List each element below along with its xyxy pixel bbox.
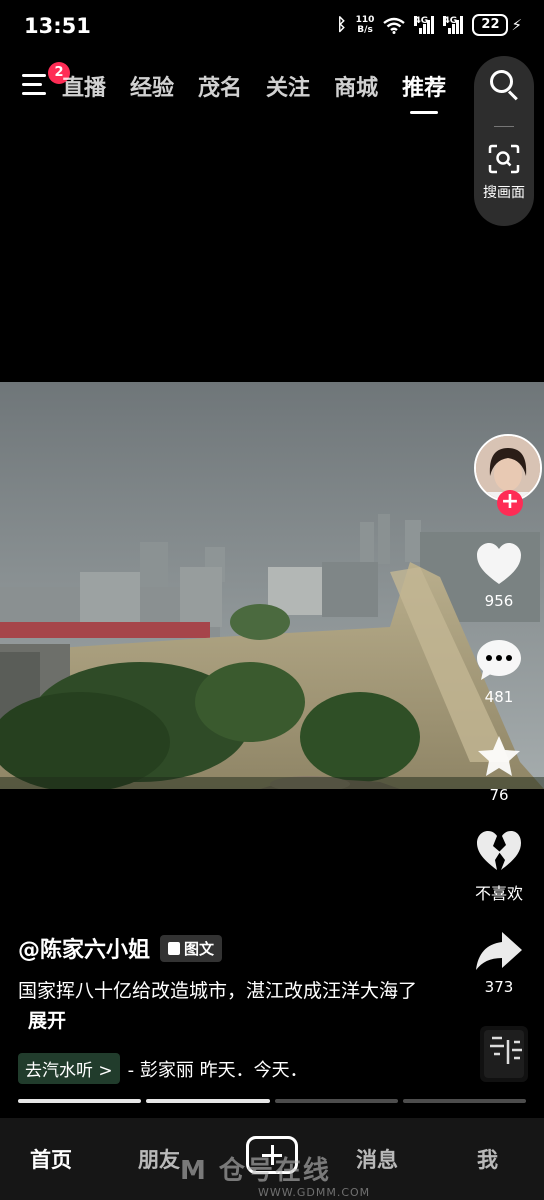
open-music-app-button[interactable]: 去汽水听 >: [18, 1053, 120, 1084]
expand-button[interactable]: 展开: [28, 1010, 66, 1032]
signal-2-label: 4G: [443, 16, 458, 26]
comment-icon: [477, 640, 521, 680]
like-button[interactable]: 956: [454, 542, 544, 610]
comment-count: 481: [484, 688, 514, 706]
menu-icon: [22, 74, 46, 77]
scan-label[interactable]: 搜画面: [474, 182, 534, 202]
battery-indicator: 22: [472, 14, 509, 36]
like-count: 956: [484, 592, 514, 610]
song-title[interactable]: - 彭家丽 昨天．今天．: [128, 1056, 308, 1082]
image-progress-bar: [18, 1099, 526, 1103]
nav-me[interactable]: 我: [477, 1144, 498, 1174]
author-row: @陈家六小姐 图文: [18, 932, 438, 964]
music-disc[interactable]: [478, 1024, 530, 1084]
tab-experience[interactable]: 经验: [130, 70, 174, 102]
feed-tabs: 直播 经验 茂名 关注 商城 推荐: [62, 70, 446, 114]
progress-segment: [18, 1099, 142, 1103]
top-nav: 2 直播 经验 茂名 关注 商城 推荐: [0, 56, 544, 116]
charging-icon: ⚡: [511, 16, 522, 34]
tab-live[interactable]: 直播: [62, 70, 106, 102]
bluetooth-icon: ᛒ: [336, 15, 347, 35]
heart-icon: [477, 543, 521, 584]
post-type-label: 图文: [184, 939, 215, 958]
divider: [494, 126, 514, 127]
post-description: 国家挥八十亿给改造城市，湛江改成汪洋大海了展开: [18, 976, 438, 1036]
nav-home[interactable]: 首页: [30, 1144, 72, 1174]
search-icon[interactable]: [490, 70, 520, 101]
image-text-icon: [168, 941, 181, 955]
status-time: 13:51: [24, 14, 91, 38]
tab-recommended[interactable]: 推荐: [402, 70, 446, 114]
dislike-button[interactable]: 不喜欢: [454, 830, 544, 904]
star-icon: [478, 736, 520, 776]
network-speed: 110 B/s: [356, 15, 375, 35]
music-row: 去汽水听 > - 彭家丽 昨天．今天．: [18, 1053, 308, 1084]
music-cover-icon: [480, 1026, 528, 1082]
share-button[interactable]: 373: [454, 930, 544, 996]
search-panel: 搜画面: [474, 56, 534, 226]
scan-image-icon[interactable]: [488, 144, 520, 174]
nav-messages[interactable]: 消息: [356, 1144, 398, 1174]
tab-following[interactable]: 关注: [266, 70, 310, 102]
comment-button[interactable]: 481: [454, 638, 544, 706]
favorite-count: 76: [489, 786, 509, 804]
broken-heart-icon: [477, 831, 521, 870]
post-type-tag: 图文: [160, 934, 223, 962]
dislike-label: 不喜欢: [474, 884, 523, 903]
signal-icon-1: 4G: [414, 16, 435, 34]
description-text: 国家挥八十亿给改造城市，湛江改成汪洋大海了: [18, 980, 418, 1002]
wifi-icon: [383, 17, 406, 34]
net-speed-value: 110: [355, 15, 375, 25]
nav-friends[interactable]: 朋友: [138, 1144, 180, 1174]
progress-segment: [274, 1099, 398, 1103]
author-name[interactable]: @陈家六小姐: [18, 932, 150, 964]
watermark: M 仓号在线 WWW.GDMM.COM: [180, 1150, 369, 1199]
watermark-logo: M 仓号在线: [180, 1156, 331, 1186]
follow-button[interactable]: +: [497, 490, 523, 516]
progress-segment: [146, 1099, 270, 1103]
status-bar: 13:51 ᛒ 110 B/s 4G 4G 22 ⚡: [0, 0, 544, 56]
share-icon: [476, 932, 522, 970]
signal-icon-2: 4G: [443, 16, 464, 34]
progress-segment: [402, 1099, 526, 1103]
post-caption: @陈家六小姐 图文 国家挥八十亿给改造城市，湛江改成汪洋大海了展开: [18, 932, 438, 1036]
menu-button[interactable]: [22, 74, 52, 100]
net-speed-unit: B/s: [357, 25, 373, 35]
tab-mall[interactable]: 商城: [334, 70, 378, 102]
signal-1-label: 4G: [414, 16, 429, 26]
tab-local[interactable]: 茂名: [198, 70, 242, 102]
status-icons: ᛒ 110 B/s 4G 4G 22 ⚡: [336, 14, 522, 36]
share-count: 373: [484, 978, 514, 996]
favorite-button[interactable]: 76: [454, 734, 544, 804]
watermark-url: WWW.GDMM.COM: [258, 1186, 371, 1199]
